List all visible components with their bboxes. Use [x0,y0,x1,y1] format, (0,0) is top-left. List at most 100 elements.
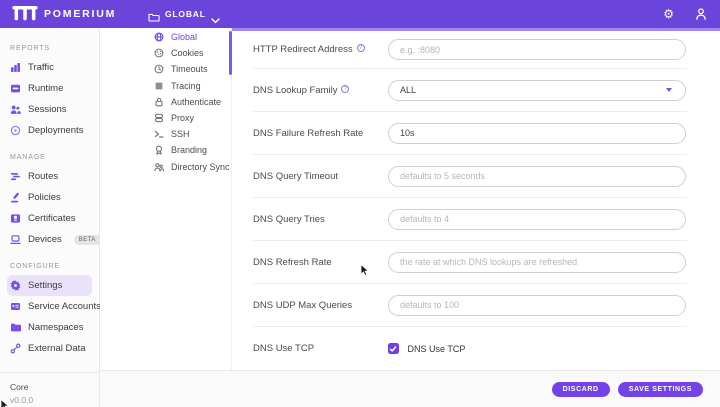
settings-subnav: Global Cookies Timeouts Tracing Authenti… [100,28,232,370]
cookie-icon [154,48,164,58]
sidebar-item-label: Sessions [28,104,67,115]
sidebar-item-label: Routes [28,171,59,182]
dns-query-tries-input[interactable] [388,208,686,230]
person-icon[interactable] [694,7,708,21]
service-accounts-icon [10,301,21,312]
sidebar-item-namespaces[interactable]: Namespaces [0,317,99,338]
environment-label: GLOBAL [165,9,206,19]
form-row-dns-query-tries: DNS Query Tries [253,198,687,241]
policies-icon [10,192,21,203]
appbar-actions: ⚙ [663,0,708,28]
namespaces-folder-icon [10,322,21,333]
form-row-dns-lookup-family: DNS Lookup Family? ALL [253,69,687,112]
check-icon [389,345,397,352]
sidebar-item-traffic[interactable]: Traffic [0,57,99,78]
subnav-item-directory-sync[interactable]: Directory Sync [100,159,231,175]
sidebar-section-manage: MANAGE [10,154,46,161]
form-row-dns-use-tcp: DNS Use TCP DNS Use TCP [253,327,687,370]
sidebar-item-routes[interactable]: Routes [0,166,99,187]
subnav-item-label: Timeouts [171,64,208,75]
field-label: DNS UDP Max Queries [253,299,353,311]
form-row-dns-failure-refresh-rate: DNS Failure Refresh Rate [253,112,687,155]
help-icon[interactable]: ? [341,84,350,93]
sidebar-item-deployments[interactable]: Deployments [0,120,99,141]
form-row-http-redirect-address: HTTP Redirect Address? [253,31,687,69]
form-action-bar: DISCARD SAVE SETTINGS [100,370,720,407]
subnav-item-label: Authenticate [171,96,222,107]
mouse-cursor [360,263,371,282]
save-settings-button[interactable]: SAVE SETTINGS [617,381,703,397]
subnav-item-tracing[interactable]: Tracing [100,78,231,94]
sidebar-item-certificates[interactable]: Certificates [0,208,99,229]
folder-icon [148,9,160,22]
sidebar-footer: Core v0.0.0 [0,372,99,405]
subnav-item-global[interactable]: Global [100,29,231,45]
dns-failure-refresh-rate-input[interactable] [388,122,686,144]
subnav-item-proxy[interactable]: Proxy [100,110,231,126]
clock-icon [154,64,164,74]
form-row-dns-refresh-rate: DNS Refresh Rate [253,241,687,284]
subnav-item-ssh[interactable]: SSH [100,126,231,142]
field-label: DNS Query Tries [253,213,325,225]
subnav-item-timeouts[interactable]: Timeouts [100,61,231,77]
sidebar-item-service-accounts[interactable]: Service Accounts [0,296,101,317]
sidebar-item-devices[interactable]: Devices BETA [0,229,101,250]
sidebar-item-label: Certificates [28,213,76,224]
pomerium-logo-icon [12,6,38,22]
subnav-item-authenticate[interactable]: Authenticate [100,94,231,110]
app-bar: POMERIUM GLOBAL ⚙ [0,0,720,28]
dns-refresh-rate-input[interactable] [388,251,686,273]
beta-badge: BETA [73,234,101,245]
primary-sidebar: REPORTS Traffic Runtime Sessions Deploym… [0,28,101,407]
sidebar-section-reports: REPORTS [10,45,51,52]
sidebar-item-label: Namespaces [28,322,84,333]
http-redirect-address-input[interactable] [388,39,686,60]
sidebar-item-label: Deployments [28,125,84,136]
sidebar-item-label: External Data [28,343,86,354]
sidebar-item-external-data[interactable]: External Data [0,338,99,359]
sidebar-item-runtime[interactable]: Runtime [0,78,99,99]
gear-icon[interactable]: ⚙ [663,8,674,20]
field-label: DNS Lookup Family? [253,84,388,96]
subnav-item-cookies[interactable]: Cookies [100,45,231,61]
sidebar-item-label: Policies [28,192,61,203]
discard-button[interactable]: DISCARD [551,381,610,397]
settings-form: HTTP Redirect Address? DNS Lookup Family… [232,31,720,370]
form-row-dns-query-timeout: DNS Query Timeout [253,155,687,198]
subnav-item-label: Proxy [171,113,195,124]
subnav-item-label: Directory Sync [171,161,230,172]
sidebar-item-label: Traffic [28,62,54,73]
subnav-item-label: Tracing [171,80,201,91]
sidebar-item-settings[interactable]: Settings [7,275,92,296]
checkbox-label: DNS Use TCP [407,343,466,354]
help-icon[interactable]: ? [356,44,365,52]
environment-selector[interactable]: GLOBAL [148,0,220,28]
traffic-icon [10,62,21,73]
dns-udp-max-queries-input[interactable] [388,294,686,316]
field-label: HTTP Redirect Address? [253,44,388,55]
sessions-icon [10,104,21,115]
certificates-icon [10,213,21,224]
chevron-down-icon [210,11,220,24]
sidebar-item-label: Settings [28,280,63,291]
sidebar-item-label: Runtime [28,83,64,94]
progress-bar [232,28,720,31]
dns-lookup-family-select[interactable]: ALL [388,79,686,101]
people-sync-icon [154,162,165,172]
sidebar-item-sessions[interactable]: Sessions [0,99,99,120]
select-value: ALL [400,85,417,95]
subnav-item-label: Cookies [171,48,204,59]
product-name: Core [10,382,29,392]
lock-icon [154,97,164,107]
external-data-icon [10,343,21,354]
subnav-item-branding[interactable]: Branding [100,142,231,158]
sidebar-item-policies[interactable]: Policies [0,187,99,208]
runtime-icon [10,83,21,94]
devices-icon [10,234,21,245]
brand: POMERIUM [12,0,116,28]
mouse-cursor-secondary [0,398,11,407]
dns-use-tcp-checkbox[interactable] [388,343,399,354]
sidebar-item-label: Service Accounts [28,301,101,312]
dns-query-timeout-input[interactable] [388,165,686,187]
medal-icon [154,145,164,156]
